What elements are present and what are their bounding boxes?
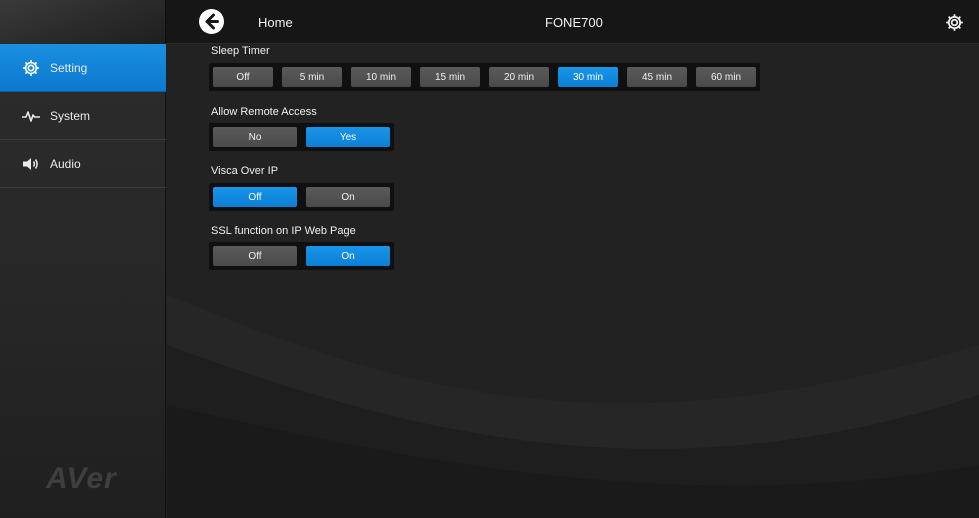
sidebar-item-system[interactable]: System [0, 92, 166, 140]
visca-over-ip-on[interactable]: On [306, 187, 390, 207]
aver-logo: AVer [46, 462, 117, 495]
top-bar: Home FONE700 [0, 0, 979, 44]
back-button[interactable] [198, 8, 225, 35]
remote-access-yes[interactable]: Yes [306, 127, 390, 147]
sleep-timer-10min[interactable]: 10 min [351, 67, 411, 87]
ssl-function-off[interactable]: Off [213, 246, 297, 266]
visca-over-ip-group: Off On [209, 183, 394, 211]
remote-access-no[interactable]: No [213, 127, 297, 147]
sidebar-item-label: Audio [50, 156, 81, 171]
ssl-function-on[interactable]: On [306, 246, 390, 266]
remote-access-label: Allow Remote Access [211, 106, 317, 118]
visca-over-ip-label: Visca Over IP [211, 165, 279, 177]
app-window: Home FONE700 Setting System Audio AVer S… [0, 0, 979, 518]
home-label[interactable]: Home [258, 15, 293, 30]
sleep-timer-label: Sleep Timer [211, 45, 270, 57]
visca-over-ip-off[interactable]: Off [213, 187, 297, 207]
back-arrow-icon [199, 9, 224, 34]
top-left-corner [0, 0, 166, 44]
sleep-timer-45min[interactable]: 45 min [627, 67, 687, 87]
sleep-timer-15min[interactable]: 15 min [420, 67, 480, 87]
sleep-timer-5min[interactable]: 5 min [282, 67, 342, 87]
sleep-timer-off[interactable]: Off [213, 67, 273, 87]
sleep-timer-30min[interactable]: 30 min [558, 67, 618, 87]
ssl-function-group: Off On [209, 242, 394, 270]
sidebar-item-setting[interactable]: Setting [0, 44, 166, 92]
sidebar-item-label: System [50, 108, 91, 123]
ssl-function-label: SSL function on IP Web Page [211, 225, 356, 237]
speaker-icon [20, 153, 42, 175]
sidebar-item-label: Setting [50, 60, 88, 75]
sidebar-item-audio[interactable]: Audio [0, 140, 166, 188]
gear-icon [20, 57, 42, 79]
gear-icon [946, 14, 963, 31]
remote-access-group: No Yes [209, 123, 394, 151]
settings-panel: Sleep Timer Off 5 min 10 min 15 min 20 m… [167, 45, 979, 518]
settings-button[interactable] [944, 12, 965, 33]
sleep-timer-20min[interactable]: 20 min [489, 67, 549, 87]
pulse-icon [20, 105, 42, 127]
device-title: FONE700 [545, 15, 603, 30]
sidebar: Setting System Audio AVer [0, 44, 166, 518]
sleep-timer-60min[interactable]: 60 min [696, 67, 756, 87]
sleep-timer-group: Off 5 min 10 min 15 min 20 min 30 min 45… [209, 63, 760, 91]
